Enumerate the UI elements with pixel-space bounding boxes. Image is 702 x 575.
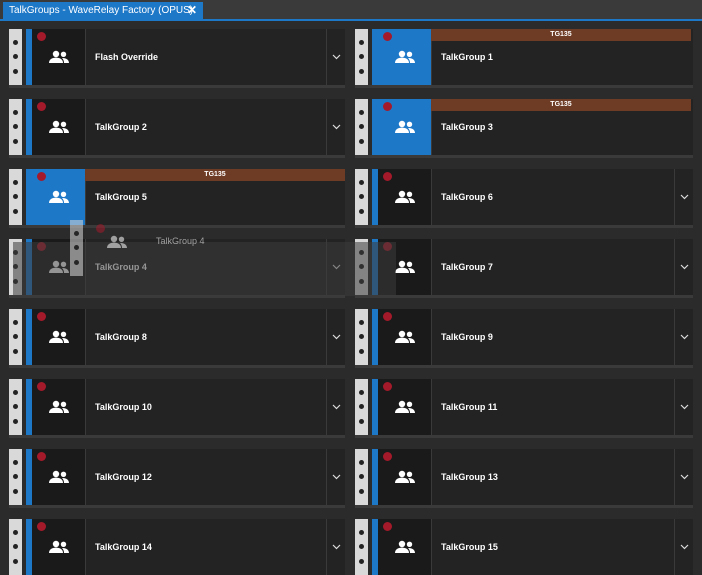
chevron-down-icon[interactable] (326, 519, 345, 575)
tab-title: TalkGroups - WaveRelay Factory (OPUS) (9, 5, 194, 16)
chevron-down-icon[interactable] (326, 29, 345, 85)
chevron-down-icon[interactable] (674, 379, 693, 435)
talkgroup-tile[interactable]: TalkGroup 10 (9, 379, 345, 435)
drag-handle[interactable] (355, 519, 368, 575)
talkgroup-tile[interactable]: TalkGroup 7 (355, 239, 693, 295)
drag-handle[interactable] (9, 169, 22, 225)
ghost-label: TalkGroup 4 (156, 236, 205, 246)
tab-bar: TalkGroups - WaveRelay Factory (OPUS) ✕ (0, 0, 702, 21)
drag-handle (70, 220, 83, 276)
record-indicator (37, 312, 46, 321)
chevron-down-icon[interactable] (326, 449, 345, 505)
talkgroup-tile[interactable]: TalkGroup 12 (9, 449, 345, 505)
talkgroup-tile[interactable]: TG135 TalkGroup 5 (9, 169, 345, 225)
record-indicator (383, 452, 392, 461)
drag-handle[interactable] (355, 449, 368, 505)
record-indicator (383, 312, 392, 321)
talkgroup-label: TalkGroup 15 (441, 542, 498, 552)
record-indicator (37, 382, 46, 391)
drag-handle[interactable] (9, 519, 22, 575)
talkgroup-label: TalkGroup 13 (441, 472, 498, 482)
talkgroup-label: TalkGroup 7 (441, 262, 493, 272)
close-icon[interactable]: ✕ (187, 2, 197, 19)
chevron-down-icon[interactable] (674, 309, 693, 365)
drag-handle[interactable] (9, 309, 22, 365)
talkgroup-tile[interactable]: TG135 TalkGroup 1 (355, 29, 693, 85)
talkgroup-tile[interactable]: TalkGroup 8 (9, 309, 345, 365)
chevron-down-icon[interactable] (326, 379, 345, 435)
record-indicator (37, 32, 46, 41)
record-indicator (383, 522, 392, 531)
drag-handle[interactable] (9, 449, 22, 505)
chevron-down-icon[interactable] (326, 309, 345, 365)
drag-handle[interactable] (9, 29, 22, 85)
talkgroup-label: TalkGroup 3 (441, 122, 493, 132)
users-icon (91, 220, 143, 264)
drag-handle[interactable] (355, 169, 368, 225)
talkgroup-tile[interactable]: TalkGroup 15 (355, 519, 693, 575)
chevron-down-icon[interactable] (674, 169, 693, 225)
drag-handle[interactable] (355, 379, 368, 435)
talkgroup-label: TalkGroup 10 (95, 402, 152, 412)
talkgroup-tile[interactable]: TalkGroup 2 (9, 99, 345, 155)
drag-handle[interactable] (9, 99, 22, 155)
talkgroup-tile[interactable]: TalkGroup 9 (355, 309, 693, 365)
talkgroup-tile[interactable]: Flash Override (9, 29, 345, 85)
chevron-down-icon[interactable] (674, 519, 693, 575)
talkgroup-label: TalkGroup 1 (441, 52, 493, 62)
talkgroup-label: TalkGroup 8 (95, 332, 147, 342)
record-indicator (37, 102, 46, 111)
record-indicator (383, 102, 392, 111)
talkgroup-label: TalkGroup 14 (95, 542, 152, 552)
talkgroup-label: TalkGroup 6 (441, 192, 493, 202)
talkgroup-label: Flash Override (95, 52, 159, 62)
chevron-down-icon[interactable] (674, 449, 693, 505)
talkgroup-label: TalkGroup 5 (95, 192, 147, 202)
drag-handle[interactable] (355, 309, 368, 365)
talkgroup-label: TalkGroup 9 (441, 332, 493, 342)
record-indicator (37, 172, 46, 181)
talkgroup-label: TalkGroup 2 (95, 122, 147, 132)
drag-handle[interactable] (9, 379, 22, 435)
talkgroup-tile[interactable]: TalkGroup 13 (355, 449, 693, 505)
record-indicator (37, 522, 46, 531)
talkgroup-tile[interactable]: TalkGroup 11 (355, 379, 693, 435)
chevron-down-icon[interactable] (326, 99, 345, 155)
talkgroup-label: TalkGroup 11 (441, 402, 498, 412)
talkgroup-label: TalkGroup 12 (95, 472, 152, 482)
chevron-down-icon[interactable] (674, 239, 693, 295)
talkgroup-tile[interactable]: TG135 TalkGroup 3 (355, 99, 693, 155)
record-indicator (383, 32, 392, 41)
record-indicator (383, 382, 392, 391)
drag-handle[interactable] (355, 99, 368, 155)
drag-handle[interactable] (355, 29, 368, 85)
drag-ghost-tile: TalkGroup 4 (70, 220, 390, 276)
talkgroup-tile[interactable]: TalkGroup 14 (9, 519, 345, 575)
record-indicator (37, 452, 46, 461)
record-indicator (383, 172, 392, 181)
talkgroup-tile[interactable]: TalkGroup 6 (355, 169, 693, 225)
tab-talkgroups[interactable]: TalkGroups - WaveRelay Factory (OPUS) ✕ (3, 2, 203, 19)
